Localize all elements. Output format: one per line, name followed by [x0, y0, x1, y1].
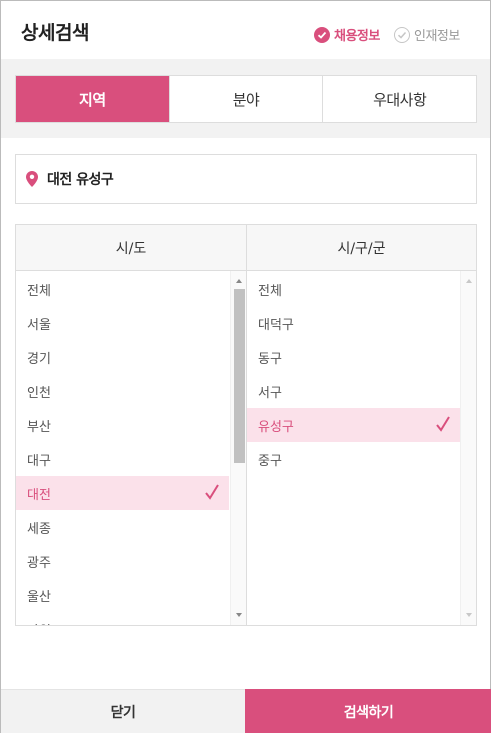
check-circle-icon — [314, 26, 330, 43]
province-list-item[interactable]: 울산 — [16, 578, 229, 612]
province-list-item[interactable]: 세종 — [16, 510, 229, 544]
province-list-item[interactable]: 서울 — [16, 306, 229, 340]
province-item-label: 경기 — [27, 351, 51, 367]
province-item-label: 전체 — [27, 283, 51, 299]
district-item-label: 전체 — [258, 283, 282, 299]
province-column: 시/도 전체서울경기인천부산대구대전세종광주울산강원 — [16, 225, 246, 625]
province-item-label: 대전 — [27, 487, 51, 503]
talent-info-radio[interactable]: 인재정보 — [394, 25, 460, 44]
district-item-label: 중구 — [258, 453, 282, 469]
tab-preferences[interactable]: 우대사항 — [322, 76, 476, 122]
province-item-label: 대구 — [27, 453, 51, 469]
region-lists: 시/도 전체서울경기인천부산대구대전세종광주울산강원 시/구/군 전체대덕구동구… — [15, 224, 477, 626]
checkmark-icon — [436, 416, 450, 432]
search-button[interactable]: 검색하기 — [245, 689, 491, 733]
checkmark-icon — [205, 484, 219, 500]
district-column: 시/구/군 전체대덕구동구서구유성구중구 — [246, 225, 476, 625]
province-list-item[interactable]: 광주 — [16, 544, 229, 578]
map-pin-icon — [26, 171, 38, 187]
panel-footer: 닫기 검색하기 — [1, 689, 491, 733]
district-list-item[interactable]: 중구 — [247, 442, 460, 476]
district-item-label: 동구 — [258, 351, 282, 367]
province-item-label: 광주 — [27, 555, 51, 571]
scroll-up-arrow-icon[interactable] — [466, 279, 472, 283]
province-list-item[interactable]: 부산 — [16, 408, 229, 442]
page-title: 상세검색 — [21, 22, 89, 44]
province-item-label: 서울 — [27, 317, 51, 333]
tab-region[interactable]: 지역 — [16, 76, 169, 122]
province-list-item[interactable]: 인천 — [16, 374, 229, 408]
province-item-label: 강원 — [27, 620, 51, 626]
district-list: 전체대덕구동구서구유성구중구 — [247, 271, 476, 625]
district-list-item[interactable]: 대덕구 — [247, 306, 460, 340]
district-column-header: 시/구/군 — [247, 225, 476, 271]
panel-header: 상세검색 채용정보 인재정보 — [1, 1, 490, 59]
province-column-header: 시/도 — [16, 225, 246, 271]
district-item-label: 서구 — [258, 385, 282, 401]
district-list-item[interactable]: 동구 — [247, 340, 460, 374]
province-item-label: 세종 — [27, 521, 51, 537]
province-list-item[interactable]: 대구 — [16, 442, 229, 476]
province-item-label: 울산 — [27, 589, 51, 605]
check-circle-outline-icon — [394, 26, 410, 43]
district-scrollbar[interactable] — [460, 271, 476, 625]
district-list-item[interactable]: 유성구 — [247, 408, 460, 442]
province-scrollbar[interactable] — [230, 271, 246, 625]
scroll-down-arrow-icon[interactable] — [466, 613, 472, 617]
province-list-item[interactable]: 경기 — [16, 340, 229, 374]
province-item-label: 인천 — [27, 385, 51, 401]
district-list-item[interactable]: 전체 — [247, 272, 460, 306]
scroll-up-arrow-icon[interactable] — [236, 279, 242, 283]
province-list-item[interactable]: 강원 — [16, 612, 229, 626]
talent-info-label: 인재정보 — [414, 29, 460, 44]
province-list-item[interactable]: 대전 — [16, 476, 229, 510]
tab-field[interactable]: 분야 — [168, 76, 323, 122]
district-list-item[interactable]: 서구 — [247, 374, 460, 408]
category-tabs: 지역 분야 우대사항 — [15, 75, 477, 123]
province-item-label: 부산 — [27, 419, 51, 435]
scrollbar-thumb[interactable] — [234, 289, 245, 463]
close-button[interactable]: 닫기 — [1, 689, 245, 733]
selected-location-box: 대전 유성구 — [15, 154, 477, 204]
job-info-radio[interactable]: 채용정보 — [314, 25, 380, 44]
selected-location-text: 대전 유성구 — [47, 172, 114, 188]
scroll-down-arrow-icon[interactable] — [236, 613, 242, 617]
district-item-label: 유성구 — [258, 419, 294, 435]
district-item-label: 대덕구 — [258, 317, 294, 333]
job-info-label: 채용정보 — [334, 29, 380, 44]
detail-search-panel: 상세검색 채용정보 인재정보 지역 분야 우대사항 대전 유성구 시/도 전체 … — [0, 0, 491, 733]
province-list-item[interactable]: 전체 — [16, 272, 229, 306]
province-list: 전체서울경기인천부산대구대전세종광주울산강원 — [16, 271, 246, 625]
